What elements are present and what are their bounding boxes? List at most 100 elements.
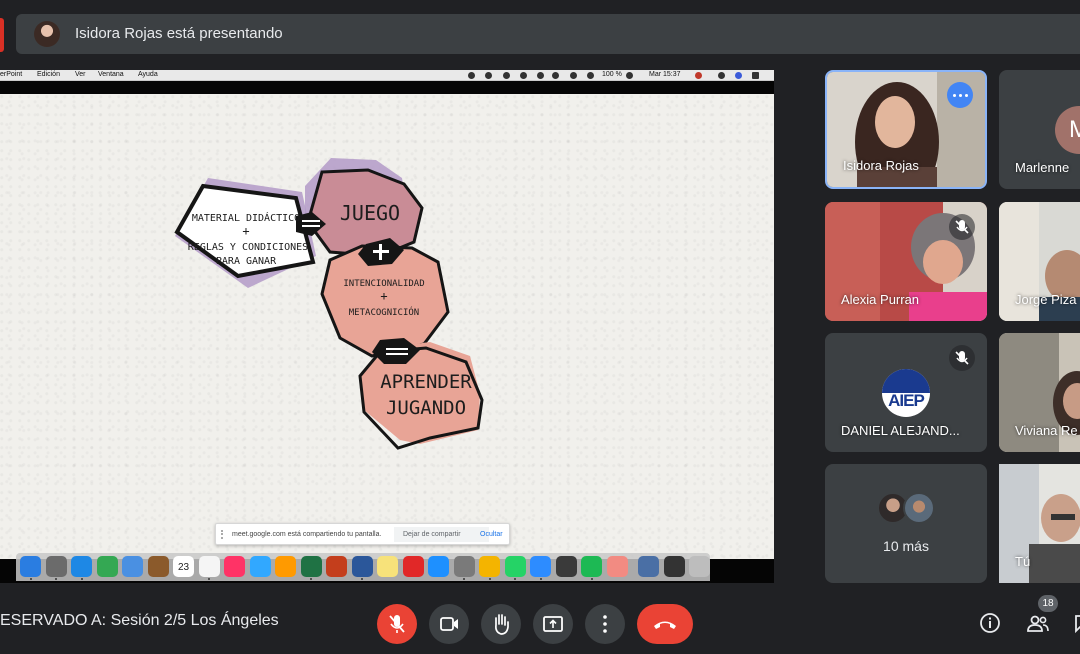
dock-calendar-icon[interactable]: 23 [173,556,194,577]
phone-hangup-icon [654,621,676,629]
dock-running-indicator [208,578,210,580]
dock-app-icon[interactable] [555,556,577,577]
dock-powerpoint-icon[interactable] [326,556,347,577]
dock-notes-book-icon[interactable] [147,556,169,577]
dock-facetime-icon[interactable] [96,556,118,577]
dock-excel-icon[interactable] [300,556,322,577]
dock-messages-icon[interactable] [122,556,143,577]
more-options-icon[interactable] [947,82,973,108]
shape1-line1: MATERIAL DIDÁCTICO [192,211,300,224]
dock-stickies-icon[interactable] [377,556,398,577]
dock-whatsapp-icon[interactable] [504,556,526,577]
hide-button[interactable]: Ocultar [480,531,503,538]
menubar-edicion[interactable]: Edición [37,71,60,78]
shape1-plus: + [242,224,249,238]
dock-system-preferences-icon[interactable] [453,556,475,577]
dock-running-indicator [514,578,516,580]
menubar-status-icon [485,72,492,79]
participant-count-badge: 18 [1038,595,1058,612]
battery-level: 100 % [602,71,622,78]
camera-toggle-button[interactable] [429,604,469,644]
dock-running-indicator [55,578,57,580]
share-notice-message: meet.google.com está compartiendo tu pan… [232,531,382,538]
participant-tile-isidora[interactable]: Isidora Rojas [825,70,987,189]
dock-safari-icon[interactable] [71,556,92,577]
side-tab[interactable] [0,18,4,52]
participant-name: Alexia Purran [841,292,920,307]
dock-preview-icon[interactable] [638,556,659,577]
participant-name: Isidora Rojas [843,158,919,173]
participant-tile-self[interactable]: Tú [999,464,1080,583]
participant-tile-viviana[interactable]: Viviana Re [999,333,1080,452]
participant-tile-jorge[interactable]: Jorge Piza [999,202,1080,321]
meeting-details-button[interactable] [977,610,1003,636]
more-participants-count: 10 más [883,538,929,554]
dock-photos-icon[interactable] [606,556,628,577]
dock-launchpad-icon[interactable] [45,556,67,577]
drag-handle-icon[interactable] [221,530,226,539]
info-icon [980,613,1000,633]
menubar-ayuda[interactable]: Ayuda [138,71,158,78]
dock-photoshop-icon[interactable] [249,556,271,577]
menubar-status-icon [520,72,527,79]
dock-word-icon[interactable] [351,556,373,577]
presenter-text: Isidora Rojas está presentando [75,25,283,42]
mic-off-icon [949,345,975,371]
dock-spotify-icon[interactable] [581,556,602,577]
more-vert-icon [603,615,607,633]
shape1-line2: REGLAS Y CONDICIONES [188,242,308,253]
notification-center-icon [752,72,759,79]
participant-name: Marlenne [1015,160,1070,175]
flag-icon [695,72,702,79]
dock-running-indicator [80,578,83,580]
participant-name: Viviana Re [1015,423,1078,438]
dock-reminders-icon[interactable] [198,556,220,577]
dock-illustrator-icon[interactable] [275,556,296,577]
more-participants-tile[interactable]: 10 más [825,464,987,583]
mac-menubar: erPoint Edición Ver Ventana Ayuda 100 % … [0,70,774,81]
participant-tile-daniel[interactable]: AIEP DANIEL ALEJAND... [825,333,987,452]
dock-zoom-icon[interactable] [530,556,551,577]
siri-icon [735,72,742,79]
participant-name: Tú [1015,554,1031,569]
dock-running-indicator [361,578,363,580]
letterbox-top [0,81,774,94]
participant-tile-marlenne[interactable]: M Marlenne [999,70,1080,189]
menubar-ver[interactable]: Ver [75,71,86,78]
screen-share-notice: meet.google.com está compartiendo tu pan… [215,523,510,545]
dock-finder-icon[interactable] [20,556,41,577]
menubar-status-icon [503,72,510,79]
participants-button[interactable] [1025,610,1051,636]
chat-icon [1075,615,1080,634]
participant-tile-alexia[interactable]: Alexia Purran [825,202,987,321]
chat-button[interactable] [1070,610,1080,636]
dock-indesign-icon[interactable] [224,556,245,577]
dock-flipboard-icon[interactable] [402,556,424,577]
participant-video [999,464,1080,583]
present-screen-button[interactable] [533,604,573,644]
shape3-line1: INTENCIONALIDAD [343,279,424,289]
menubar-status-icon [468,72,475,79]
meet-window: Isidora Rojas está presentando erPoint E… [0,0,1080,654]
dock-chrome-icon[interactable] [479,556,500,577]
people-icon [1027,615,1049,632]
meeting-title: ESERVADO A: Sesión 2/5 Los Ángeles [0,612,279,629]
stop-sharing-button[interactable]: Dejar de compartir [394,527,489,542]
menubar-app-name: erPoint [0,71,23,78]
slide-diagram: MATERIAL DIDÁCTICO + REGLAS Y CONDICIONE… [174,158,484,450]
search-icon [718,72,725,79]
dock-trash-icon[interactable] [689,556,710,577]
dock-terminal-icon[interactable] [663,556,685,577]
mic-toggle-button[interactable] [377,604,417,644]
camera-icon [440,617,458,631]
menubar-ventana[interactable]: Ventana [98,71,124,78]
raise-hand-button[interactable] [481,604,521,644]
hand-icon [495,614,509,635]
dock-running-indicator [310,578,312,580]
participant-name: Jorge Piza [1015,292,1077,307]
dock-app-store-icon[interactable] [428,556,449,577]
dock-running-indicator [29,578,32,580]
leave-call-button[interactable] [637,604,693,644]
shape1-line3: PARA GANAR [216,256,277,267]
more-options-button[interactable] [585,604,625,644]
